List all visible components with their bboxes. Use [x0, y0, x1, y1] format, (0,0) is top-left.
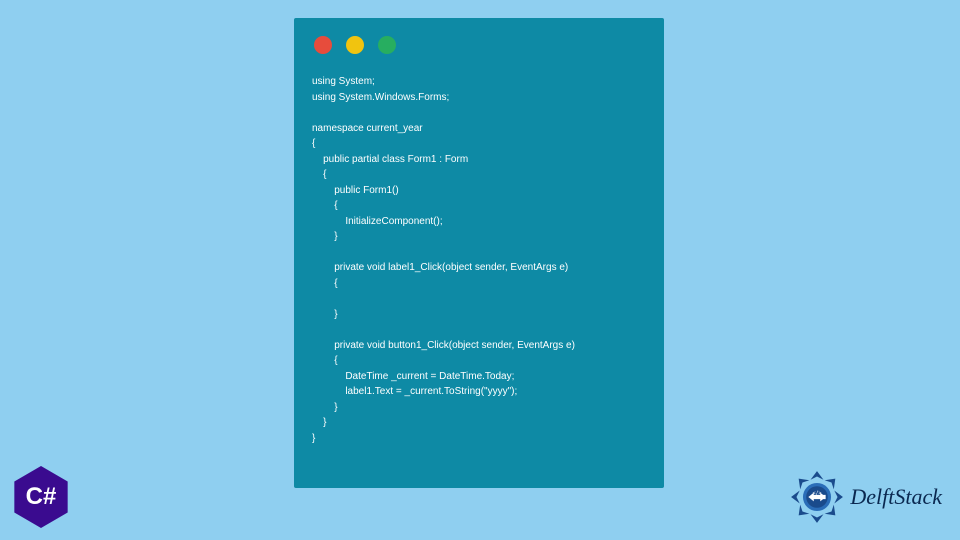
hexagon-icon: C# — [10, 466, 72, 528]
delftstack-icon: </> — [790, 470, 844, 524]
csharp-label: C# — [26, 483, 57, 511]
window-controls — [314, 36, 646, 54]
delftstack-label: DelftStack — [850, 484, 942, 510]
minimize-icon[interactable] — [346, 36, 364, 54]
code-block: using System; using System.Windows.Forms… — [312, 74, 646, 446]
maximize-icon[interactable] — [378, 36, 396, 54]
delftstack-logo: </> DelftStack — [790, 470, 942, 524]
svg-text:</>: </> — [813, 490, 822, 496]
close-icon[interactable] — [314, 36, 332, 54]
csharp-badge: C# — [10, 466, 72, 528]
code-window: using System; using System.Windows.Forms… — [294, 18, 664, 488]
